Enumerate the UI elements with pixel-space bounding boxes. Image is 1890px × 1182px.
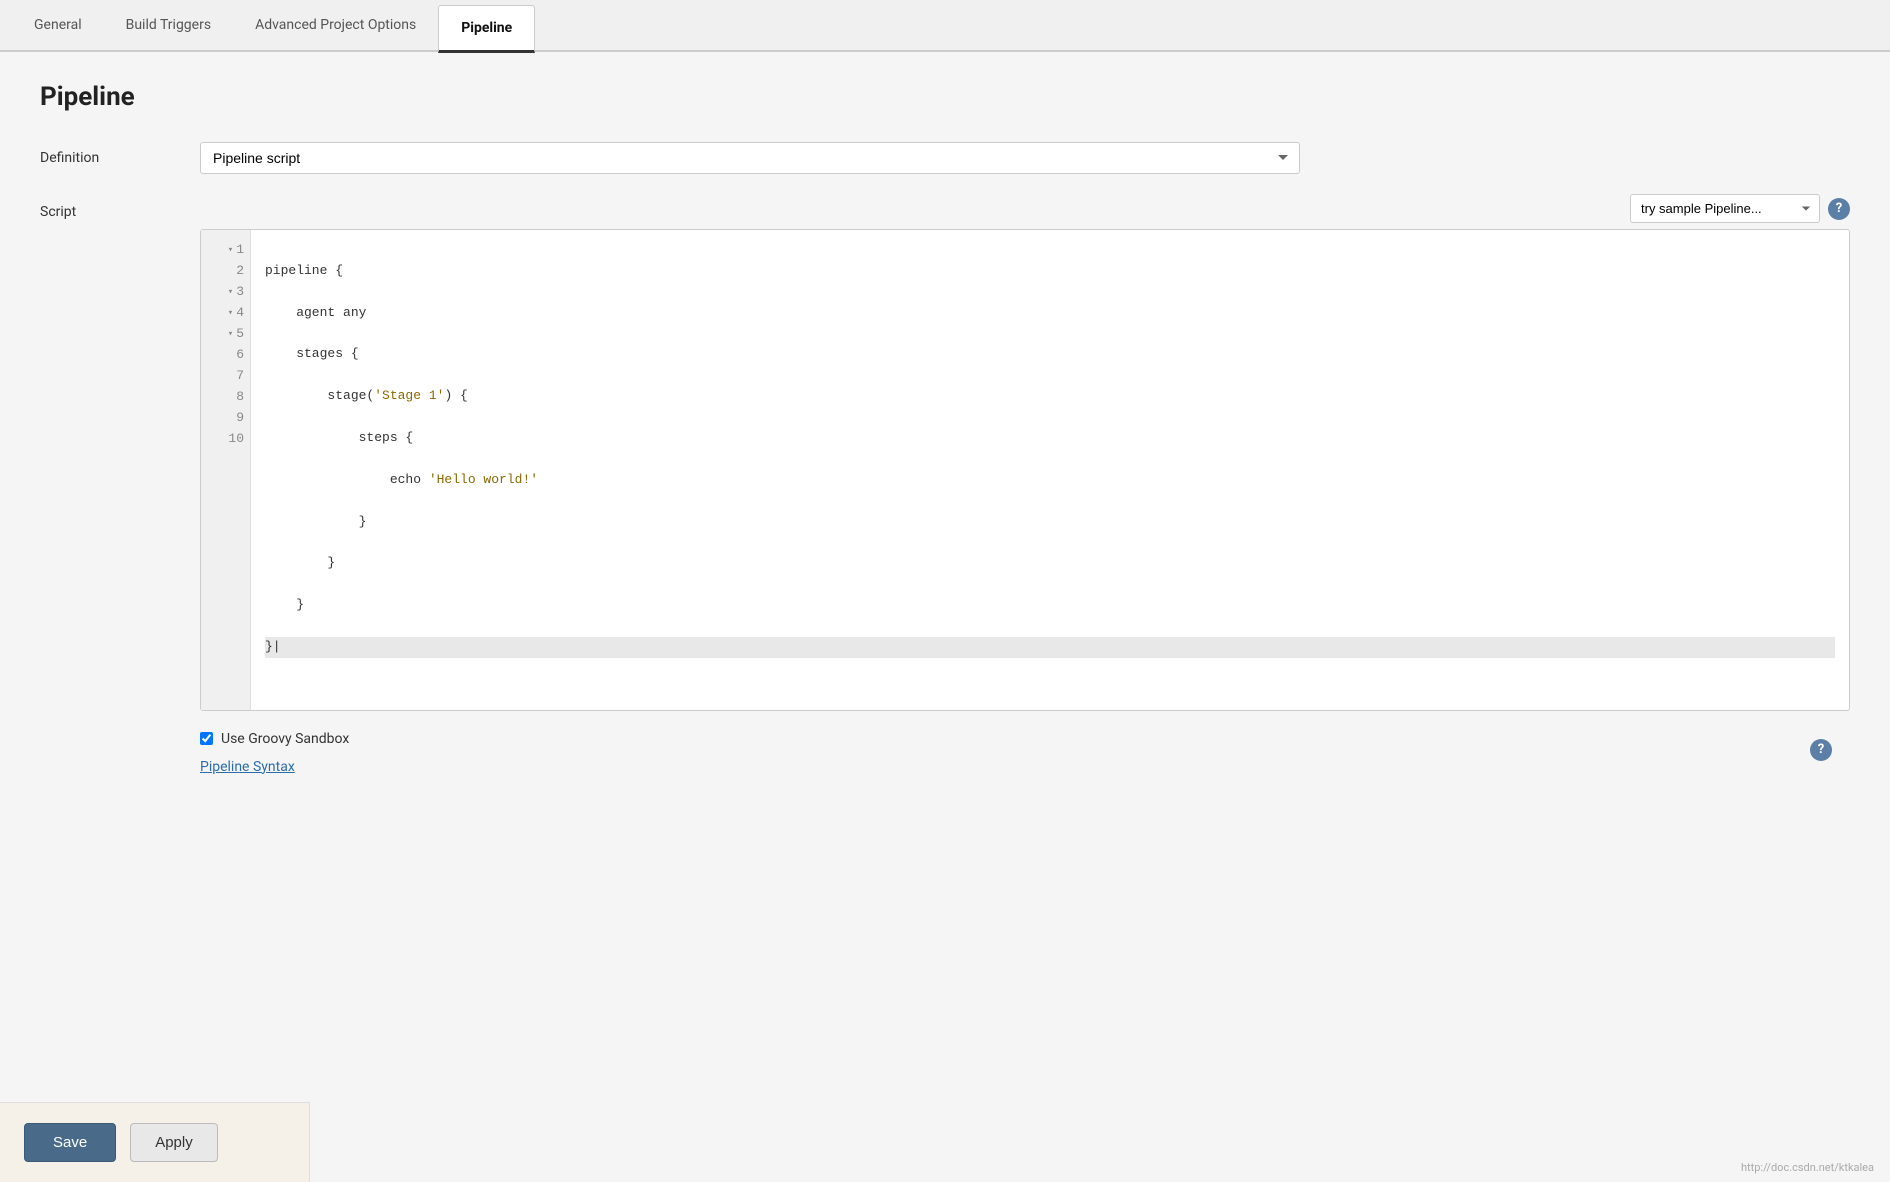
script-area-wrapper: try sample Pipeline... ? ▾1 2 ▾3 (200, 194, 1850, 711)
code-line-7: } (265, 512, 1835, 533)
apply-button[interactable]: Apply (130, 1123, 218, 1162)
code-line-5: steps { (265, 428, 1835, 449)
pipeline-syntax-link[interactable]: Pipeline Syntax (200, 759, 1850, 775)
definition-row: Definition Pipeline script Pipeline scri… (40, 142, 1850, 174)
main-content: Pipeline Definition Pipeline script Pipe… (0, 52, 1890, 1182)
code-line-10: }| (265, 637, 1835, 658)
tab-advanced-project-options[interactable]: Advanced Project Options (233, 3, 438, 50)
sample-pipeline-select[interactable]: try sample Pipeline... (1630, 194, 1820, 223)
script-help-icon[interactable]: ? (1828, 198, 1850, 220)
action-bar: Save Apply (0, 1102, 310, 1182)
line-num-6: 6 (207, 345, 244, 366)
groovy-sandbox-help-icon[interactable]: ? (1810, 739, 1832, 761)
code-line-9: } (265, 595, 1835, 616)
footer-url: http://doc.csdn.net/ktkalea (1741, 1161, 1874, 1174)
page-title: Pipeline (40, 82, 1850, 112)
line-num-2: 2 (207, 261, 244, 282)
tab-general[interactable]: General (12, 3, 104, 50)
code-line-3: stages { (265, 344, 1835, 365)
line-num-3: ▾3 (207, 282, 244, 303)
groovy-sandbox-left: Use Groovy Sandbox (200, 731, 349, 747)
code-line-6: echo 'Hello world!' (265, 470, 1835, 491)
tab-bar: General Build Triggers Advanced Project … (0, 0, 1890, 52)
groovy-sandbox-checkbox[interactable] (200, 732, 213, 745)
groovy-sandbox-section: Use Groovy Sandbox ? (200, 731, 1850, 747)
code-line-2: agent any (265, 303, 1835, 324)
line-num-7: 7 (207, 366, 244, 387)
code-content[interactable]: pipeline { agent any stages { stage('Sta… (251, 230, 1849, 710)
line-num-10: 10 (207, 429, 244, 450)
code-editor[interactable]: ▾1 2 ▾3 ▾4 ▾5 6 (200, 229, 1850, 711)
tab-pipeline[interactable]: Pipeline (438, 5, 535, 53)
code-line-4: stage('Stage 1') { (265, 386, 1835, 407)
code-line-1: pipeline { (265, 261, 1835, 282)
groovy-sandbox-label[interactable]: Use Groovy Sandbox (221, 731, 349, 747)
save-button[interactable]: Save (24, 1123, 116, 1162)
line-num-5: ▾5 (207, 324, 244, 345)
script-toolbar: try sample Pipeline... ? (200, 194, 1850, 223)
line-num-9: 9 (207, 408, 244, 429)
code-line-8: } (265, 553, 1835, 574)
line-num-1: ▾1 (207, 240, 244, 261)
line-num-8: 8 (207, 387, 244, 408)
definition-label: Definition (40, 142, 200, 166)
tab-build-triggers[interactable]: Build Triggers (104, 3, 233, 50)
line-num-4: ▾4 (207, 303, 244, 324)
line-numbers: ▾1 2 ▾3 ▾4 ▾5 6 (201, 230, 251, 710)
script-label: Script (40, 194, 200, 220)
definition-select[interactable]: Pipeline script Pipeline script from SCM (200, 142, 1300, 174)
script-row: Script try sample Pipeline... ? ▾1 2 (40, 194, 1850, 711)
definition-control: Pipeline script Pipeline script from SCM (200, 142, 1850, 174)
